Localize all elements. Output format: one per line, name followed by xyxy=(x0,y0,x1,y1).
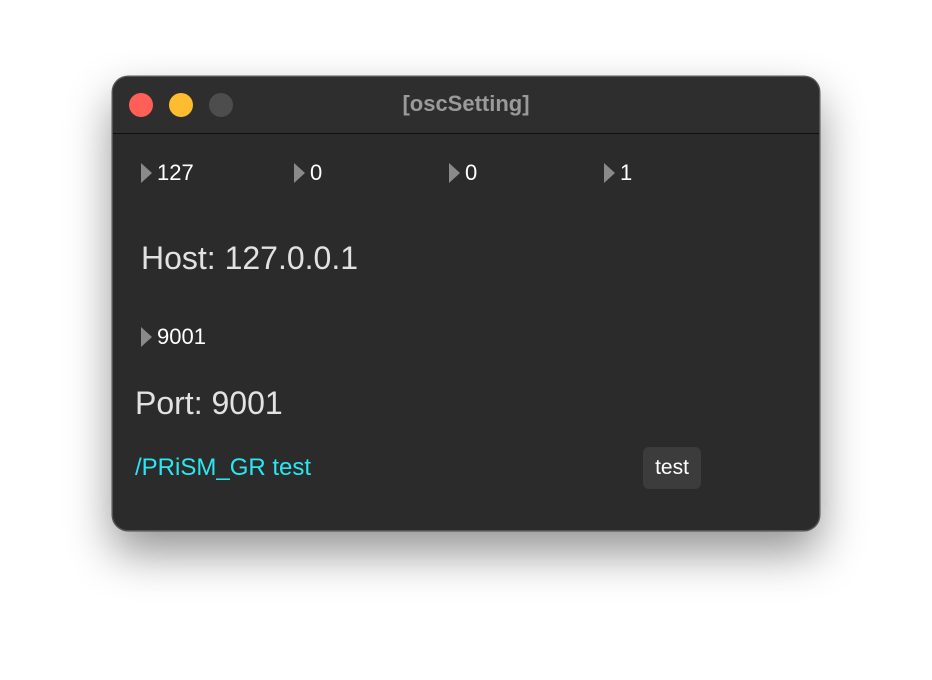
ip-octet-1-value: 127 xyxy=(157,160,194,185)
numbox-arrow-icon xyxy=(604,163,615,183)
numbox-arrow-icon xyxy=(141,163,152,183)
ip-octet-1-numbox[interactable]: 127 xyxy=(141,160,194,186)
ip-octet-3-numbox[interactable]: 0 xyxy=(449,160,477,186)
window-title: [oscSetting] xyxy=(402,91,530,116)
port-label: Port: 9001 xyxy=(135,385,283,421)
osc-setting-window: [oscSetting] 127 0 0 1 Host: 127.0.0.1 9… xyxy=(112,76,820,531)
ip-octet-3-value: 0 xyxy=(465,160,478,185)
test-button[interactable]: test xyxy=(643,447,701,489)
ip-octet-4-numbox[interactable]: 1 xyxy=(604,160,632,186)
port-numbox[interactable]: 9001 xyxy=(141,324,206,350)
numbox-arrow-icon xyxy=(141,327,152,347)
host-label: Host: 127.0.0.1 xyxy=(141,240,359,276)
port-numbox-value: 9001 xyxy=(157,324,206,349)
numbox-arrow-icon xyxy=(449,163,460,183)
title-bar[interactable]: [oscSetting] xyxy=(113,77,819,134)
numbox-arrow-icon xyxy=(294,163,305,183)
ip-octet-2-numbox[interactable]: 0 xyxy=(294,160,322,186)
osc-message-text: /PRiSM_GR test xyxy=(135,454,312,481)
ip-octet-4-value: 1 xyxy=(620,160,633,185)
ip-octet-2-value: 0 xyxy=(310,160,323,185)
